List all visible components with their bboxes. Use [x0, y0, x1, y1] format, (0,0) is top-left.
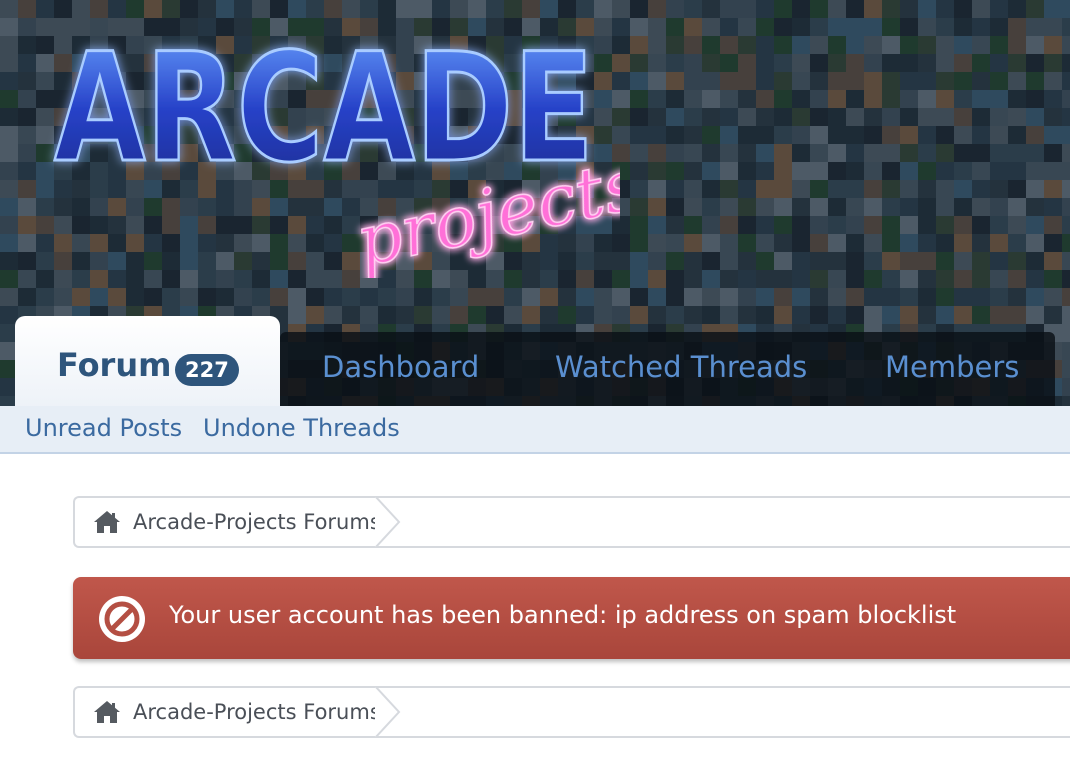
- breadcrumb-bottom: Arcade-Projects Forums: [73, 686, 1070, 738]
- error-notice: Your user account has been banned: ip ad…: [73, 577, 1070, 659]
- breadcrumb-arrow: [375, 496, 401, 548]
- tab-watched-threads[interactable]: Watched Threads: [555, 332, 807, 406]
- breadcrumb: Arcade-Projects Forums: [73, 496, 1070, 548]
- breadcrumb-label: Arcade-Projects Forums: [133, 510, 381, 534]
- home-icon: [94, 511, 120, 533]
- subnav-undone-threads[interactable]: Undone Threads: [203, 414, 400, 442]
- breadcrumb-arrow: [375, 686, 401, 738]
- error-message: Your user account has been banned: ip ad…: [169, 601, 957, 629]
- ban-icon: [99, 596, 145, 642]
- breadcrumb-label: Arcade-Projects Forums: [133, 700, 381, 724]
- site-logo[interactable]: ARCADE projects: [40, 18, 621, 279]
- subnav-unread-posts[interactable]: Unread Posts: [25, 414, 182, 442]
- breadcrumb-home-link[interactable]: Arcade-Projects Forums: [75, 686, 401, 738]
- tab-members[interactable]: Members: [885, 332, 1019, 406]
- tab-dashboard[interactable]: Dashboard: [322, 332, 479, 406]
- home-icon: [94, 701, 120, 723]
- breadcrumb-home-link[interactable]: Arcade-Projects Forums: [75, 496, 401, 548]
- tab-forum[interactable]: Forum 227: [15, 316, 280, 408]
- sub-nav: Unread Posts Undone Threads: [0, 406, 1070, 454]
- tab-forum-label: Forum: [57, 346, 172, 384]
- unread-count-badge: 227: [175, 354, 239, 386]
